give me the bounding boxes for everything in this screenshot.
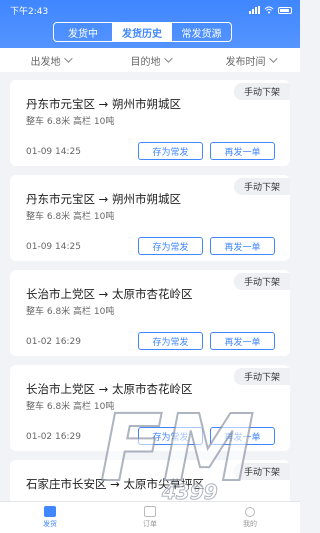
- filter-time-label: 发布时间: [225, 56, 266, 68]
- tab-ship-label: 发货: [43, 520, 57, 528]
- order-card[interactable]: 手动下架 长治市上党区 → 太原市杏花岭区 整车 6.8米 高栏 10吨 01-…: [10, 365, 290, 451]
- filter-bar: 出发地 目的地 发布时间: [0, 48, 300, 72]
- order-spec: 整车 6.8米 高栏 10吨: [26, 402, 115, 412]
- tab-mine-label: 我的: [243, 519, 257, 528]
- order-route: 丹东市元宝区 → 朔州市朔城区: [26, 192, 181, 206]
- signal-icon: [249, 6, 260, 14]
- tab-orders-label: 订单: [143, 520, 157, 528]
- order-card[interactable]: 手动下架 丹东市元宝区 → 朔州市朔城区 整车 6.8米 高栏 10吨 01-0…: [10, 80, 290, 166]
- order-spec: 整车 6.8米 高栏 10吨: [26, 307, 115, 317]
- filter-time[interactable]: 发布时间: [200, 53, 300, 68]
- box-icon: [44, 506, 56, 517]
- reorder-button[interactable]: 再发一单: [210, 332, 275, 350]
- reorder-button[interactable]: 再发一单: [210, 427, 275, 445]
- chevron-down-icon: [268, 54, 278, 63]
- save-as-frequent-button[interactable]: 存为常发: [138, 427, 203, 445]
- tab-shipping-history[interactable]: 发货历史: [113, 23, 172, 41]
- status-badge: 手动下架: [233, 368, 290, 385]
- chevron-down-icon: [163, 54, 173, 63]
- order-date: 01-09 14:25: [26, 242, 81, 252]
- bottom-tab-bar: 发货 订单 我的: [0, 501, 300, 533]
- segment-control: 发货中 发货历史 常发货源: [53, 22, 232, 42]
- order-spec: 整车 6.8米 高栏 10吨: [26, 117, 115, 127]
- tab-orders[interactable]: 订单: [100, 502, 200, 533]
- filter-destination[interactable]: 目的地: [100, 53, 200, 68]
- status-badge: 手动下架: [233, 83, 290, 100]
- order-route: 长治市上党区 → 太原市杏花岭区: [26, 382, 193, 396]
- filter-origin-label: 出发地: [30, 56, 61, 68]
- status-time: 下午2:43: [10, 6, 49, 17]
- tab-frequent-sources[interactable]: 常发货源: [172, 23, 231, 41]
- tab-shipping[interactable]: 发货中: [54, 23, 113, 41]
- order-card[interactable]: 手动下架 丹东市元宝区 → 朔州市朔城区 整车 6.8米 高栏 10吨 01-0…: [10, 175, 290, 261]
- filter-destination-label: 目的地: [130, 56, 161, 68]
- reorder-button[interactable]: 再发一单: [210, 237, 275, 255]
- status-badge: 手动下架: [233, 273, 290, 290]
- battery-icon: [278, 6, 292, 14]
- wifi-icon: [264, 6, 274, 14]
- reorder-button[interactable]: 再发一单: [210, 142, 275, 160]
- order-date: 01-02 16:29: [26, 432, 81, 442]
- save-as-frequent-button[interactable]: 存为常发: [138, 142, 203, 160]
- tab-mine[interactable]: 我的: [200, 502, 300, 533]
- order-card[interactable]: 手动下架 长治市上党区 → 太原市杏花岭区 整车 6.8米 高栏 10吨 01-…: [10, 270, 290, 356]
- save-as-frequent-button[interactable]: 存为常发: [138, 332, 203, 350]
- status-badge: 手动下架: [233, 463, 290, 480]
- order-route: 丹东市元宝区 → 朔州市朔城区: [26, 97, 181, 111]
- tab-ship[interactable]: 发货: [0, 502, 100, 533]
- user-icon: [245, 506, 255, 517]
- order-route: 长治市上党区 → 太原市杏花岭区: [26, 287, 193, 301]
- status-badge: 手动下架: [233, 178, 290, 195]
- order-spec: 整车 6.8米 高栏 10吨: [26, 212, 115, 222]
- status-bar: 下午2:43: [0, 0, 300, 20]
- save-as-frequent-button[interactable]: 存为常发: [138, 237, 203, 255]
- document-icon: [144, 506, 156, 517]
- status-icons: [249, 6, 292, 14]
- order-date: 01-02 16:29: [26, 337, 81, 347]
- chevron-down-icon: [63, 54, 73, 63]
- order-date: 01-09 14:25: [26, 147, 81, 157]
- filter-origin[interactable]: 出发地: [0, 53, 100, 68]
- order-route: 石家庄市长安区 → 太原市尖草坪区: [26, 477, 204, 491]
